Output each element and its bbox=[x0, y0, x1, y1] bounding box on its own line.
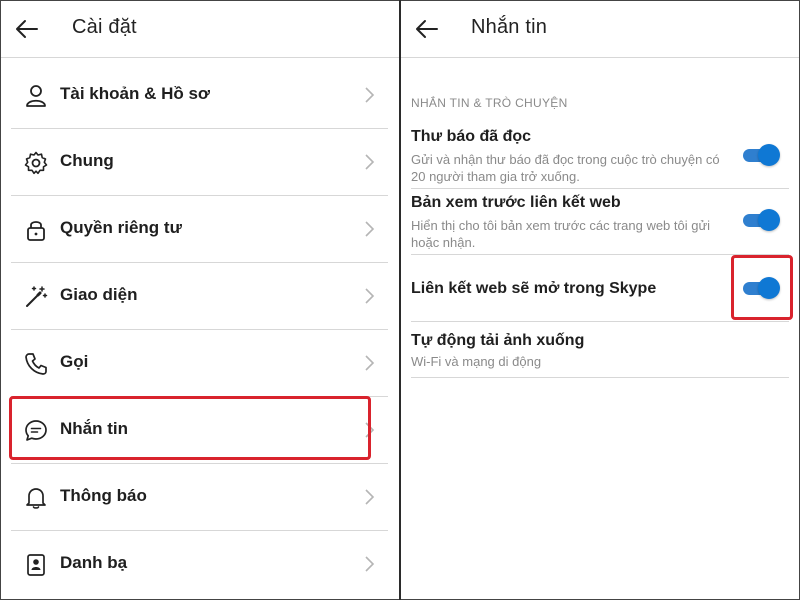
chevron-right-icon bbox=[365, 87, 375, 103]
chevron-right-icon bbox=[365, 288, 375, 304]
chevron-right-icon bbox=[365, 489, 375, 505]
bell-icon bbox=[26, 488, 46, 509]
chevron-right-icon bbox=[365, 221, 375, 237]
section-header: NHẮN TIN & TRÒ CHUYỆN bbox=[411, 96, 568, 110]
menu-item-label: Quyền riêng tư bbox=[60, 218, 182, 237]
setting-description: Hiển thị cho tôi bản xem trước các trang… bbox=[411, 218, 711, 250]
menu-item-appearance[interactable]: Giao diện bbox=[11, 263, 388, 330]
menu-item-account-profile[interactable]: Tài khoản & Hồ sơ bbox=[11, 62, 388, 129]
page-title: Cài đặt bbox=[72, 16, 137, 38]
gear-icon bbox=[24, 151, 48, 175]
toggle-knob bbox=[758, 209, 780, 231]
setting-title: Thư báo đã đọc bbox=[411, 128, 532, 145]
setting-read-receipts[interactable]: Thư báo đã đọc Gửi và nhận thư báo đã đọ… bbox=[411, 126, 789, 189]
menu-item-messaging[interactable]: Nhắn tin bbox=[11, 397, 388, 464]
menu-item-notifications[interactable]: Thông báo bbox=[11, 464, 388, 531]
setting-auto-download-images[interactable]: Tự động tải ảnh xuống Wi-Fi và mạng di đ… bbox=[411, 322, 789, 378]
menu-item-calling[interactable]: Gọi bbox=[11, 330, 388, 397]
read-receipts-toggle[interactable] bbox=[741, 144, 781, 166]
settings-panel: Cài đặt Tài khoản & Hồ sơ Chung Quyền ri… bbox=[0, 0, 399, 600]
menu-item-label: Tài khoản & Hồ sơ bbox=[60, 84, 210, 103]
back-arrow-icon[interactable] bbox=[413, 15, 441, 43]
user-icon bbox=[26, 85, 46, 107]
messaging-header: Nhắn tin bbox=[401, 1, 799, 58]
settings-menu: Tài khoản & Hồ sơ Chung Quyền riêng tư G… bbox=[1, 62, 399, 597]
contacts-book-icon bbox=[27, 554, 45, 576]
menu-item-contacts[interactable]: Danh bạ bbox=[11, 531, 388, 597]
setting-web-link-preview[interactable]: Bản xem trước liên kết web Hiển thị cho … bbox=[411, 189, 789, 255]
setting-title: Liên kết web sẽ mở trong Skype bbox=[411, 280, 657, 297]
setting-description: Wi-Fi và mạng di động bbox=[411, 354, 542, 369]
chevron-right-icon bbox=[365, 422, 375, 438]
setting-open-links-in-skype[interactable]: Liên kết web sẽ mở trong Skype bbox=[411, 255, 789, 322]
toggle-knob bbox=[758, 144, 780, 166]
setting-title: Tự động tải ảnh xuống bbox=[411, 332, 585, 349]
page-title: Nhắn tin bbox=[471, 16, 548, 38]
menu-item-label: Giao diện bbox=[60, 285, 138, 304]
toggle-knob bbox=[758, 277, 780, 299]
chevron-right-icon bbox=[365, 556, 375, 572]
menu-item-privacy[interactable]: Quyền riêng tư bbox=[11, 196, 388, 263]
menu-item-general[interactable]: Chung bbox=[11, 129, 388, 196]
settings-header: Cài đặt bbox=[1, 1, 399, 58]
screenshot-frame: Cài đặt Tài khoản & Hồ sơ Chung Quyền ri… bbox=[0, 0, 800, 600]
open-links-in-skype-toggle[interactable] bbox=[741, 277, 781, 299]
lock-icon bbox=[27, 221, 45, 241]
chevron-right-icon bbox=[365, 355, 375, 371]
back-arrow-icon[interactable] bbox=[13, 15, 41, 43]
magic-wand-icon bbox=[26, 286, 48, 307]
chevron-right-icon bbox=[365, 154, 375, 170]
menu-item-label: Gọi bbox=[60, 352, 89, 371]
setting-title: Bản xem trước liên kết web bbox=[411, 194, 621, 211]
web-link-preview-toggle[interactable] bbox=[741, 209, 781, 231]
menu-item-label: Thông báo bbox=[60, 486, 147, 505]
menu-item-label: Chung bbox=[60, 151, 114, 170]
menu-item-label: Nhắn tin bbox=[60, 419, 128, 438]
chat-bubble-icon bbox=[25, 420, 47, 441]
menu-item-label: Danh bạ bbox=[60, 553, 128, 572]
setting-description: Gửi và nhận thư báo đã đọc trong cuộc tr… bbox=[411, 152, 720, 184]
phone-icon bbox=[25, 353, 47, 375]
messaging-panel: Nhắn tin NHẮN TIN & TRÒ CHUYỆN Thư báo đ… bbox=[401, 0, 800, 600]
